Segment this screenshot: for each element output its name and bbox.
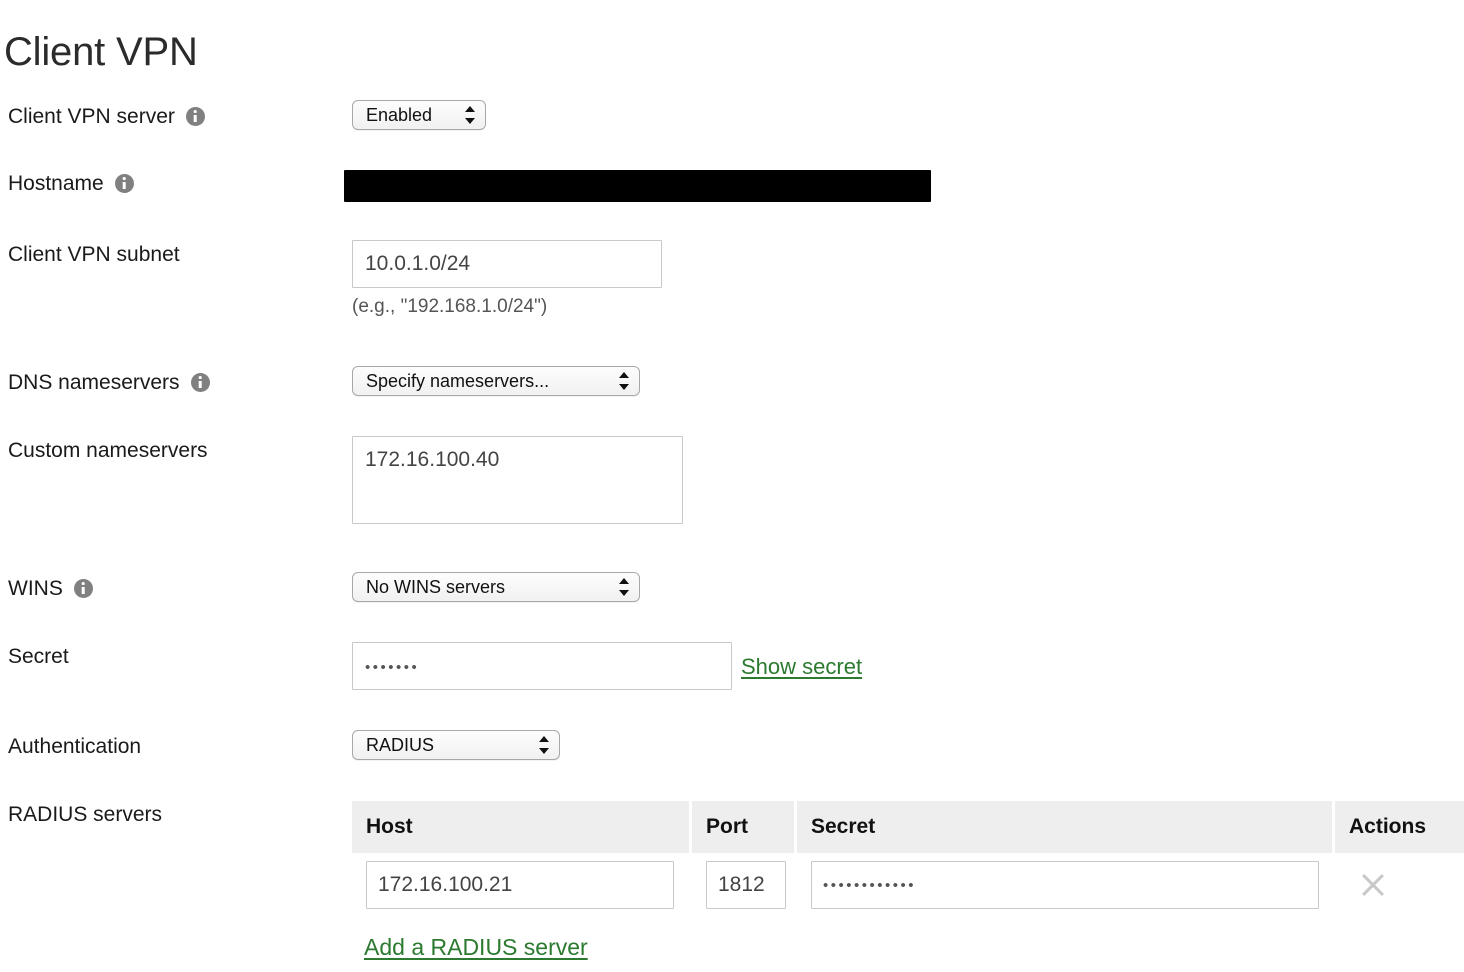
hostname-field [344,170,931,202]
secret-label-text: Secret [8,645,69,668]
radius-cell-port: 1812 [692,861,797,909]
add-radius-server-link-wrap: Add a RADIUS server [364,934,588,961]
chevron-updown-icon [619,576,630,598]
custom-nameservers-textarea[interactable]: 172.16.100.40 [352,436,683,524]
chevron-updown-icon [619,370,630,392]
wins-value: No WINS servers [366,577,506,597]
radius-cell-host: 172.16.100.21 [352,861,692,909]
custom-nameservers-field: 172.16.100.40 [352,436,683,524]
client-vpn-subnet-hint: (e.g., "192.168.1.0/24") [352,296,548,317]
radius-column-header-host: Host [352,801,692,853]
hostname-label: Hostname [8,173,134,194]
radius-table-header-row: Host Port Secret Actions [352,801,1464,853]
hostname-redacted-bar [344,170,931,202]
authentication-value: RADIUS [366,735,435,755]
radius-port-input[interactable]: 1812 [706,861,786,909]
authentication-select[interactable]: RADIUS [352,730,560,760]
info-icon[interactable] [190,372,210,392]
radius-secret-masked-value: •••••••••••• [823,876,917,894]
info-icon[interactable] [73,578,93,598]
info-icon[interactable] [114,173,134,193]
radius-column-header-actions: Actions [1335,801,1464,853]
wins-label-text: WINS [8,577,63,600]
radius-column-header-secret: Secret [797,801,1335,853]
radius-cell-secret: •••••••••••• [797,861,1335,909]
authentication-field: RADIUS [352,730,560,760]
wins-select[interactable]: No WINS servers [352,572,640,602]
radius-secret-input[interactable]: •••••••••••• [811,861,1319,909]
radius-host-input[interactable]: 172.16.100.21 [366,861,674,909]
radius-cell-actions [1335,871,1464,899]
radius-servers-table: Host Port Secret Actions 172.16.100.21 1… [352,801,1464,913]
secret-input[interactable]: ••••••• [352,642,732,690]
wins-label: WINS [8,578,93,599]
chevron-updown-icon [539,734,550,756]
client-vpn-server-field: Enabled [352,100,486,130]
dns-nameservers-label-text: DNS nameservers [8,371,180,394]
client-vpn-server-select[interactable]: Enabled [352,100,486,130]
dns-nameservers-label: DNS nameservers [8,372,210,393]
secret-masked-value: ••••••• [365,659,420,676]
client-vpn-server-value: Enabled [366,105,433,125]
wins-field: No WINS servers [352,572,640,602]
hostname-label-text: Hostname [8,172,104,195]
add-radius-server-link[interactable]: Add a RADIUS server [364,934,588,960]
client-vpn-settings-page: Client VPN Client VPN server Enabled Hos… [0,0,1464,972]
page-title: Client VPN [4,29,198,74]
custom-nameservers-label: Custom nameservers [8,440,208,461]
info-icon[interactable] [185,106,205,126]
dns-nameservers-value: Specify nameservers... [366,371,550,391]
secret-label: Secret [8,646,69,667]
show-secret-link-wrap: Show secret [741,654,862,680]
authentication-label-text: Authentication [8,735,142,758]
custom-nameservers-label-text: Custom nameservers [8,439,208,462]
show-secret-link[interactable]: Show secret [741,654,862,679]
table-row: 172.16.100.21 1812 •••••••••••• [352,853,1464,913]
secret-field: ••••••• [352,642,732,690]
client-vpn-subnet-label-text: Client VPN subnet [8,243,180,266]
client-vpn-server-label-text: Client VPN server [8,105,175,128]
close-icon[interactable] [1359,871,1387,899]
chevron-updown-icon [465,104,476,126]
client-vpn-subnet-label: Client VPN subnet [8,244,180,265]
dns-nameservers-field: Specify nameservers... [352,366,640,396]
client-vpn-server-label: Client VPN server [8,106,205,127]
radius-column-header-port: Port [692,801,797,853]
authentication-label: Authentication [8,736,141,757]
client-vpn-subnet-field: 10.0.1.0/24 (e.g., "192.168.1.0/24") [352,240,662,316]
radius-servers-label-text: RADIUS servers [8,803,163,826]
dns-nameservers-select[interactable]: Specify nameservers... [352,366,640,396]
client-vpn-subnet-input[interactable]: 10.0.1.0/24 [352,240,662,288]
radius-servers-label: RADIUS servers [8,804,162,825]
